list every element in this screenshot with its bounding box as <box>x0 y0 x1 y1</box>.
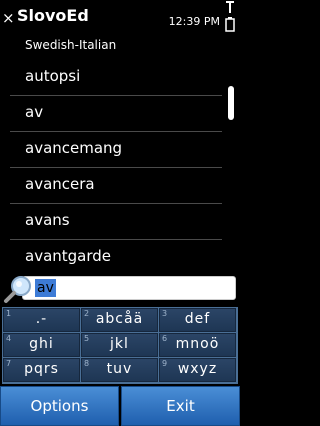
signal-icon <box>226 1 234 13</box>
word-label: avans <box>25 211 70 229</box>
close-icon[interactable]: × <box>2 8 16 28</box>
title-bar: × SlovoEd 12:39 PM <box>0 0 240 36</box>
exit-button[interactable]: Exit <box>121 386 240 426</box>
key-letters: pqrs <box>24 361 59 377</box>
key-9[interactable]: 9 wxyz <box>159 358 236 382</box>
key-letters: .- <box>35 311 48 327</box>
key-letters: ghi <box>29 336 54 352</box>
search-icon <box>4 276 31 303</box>
key-2[interactable]: 2 abcåä <box>81 308 158 332</box>
key-5[interactable]: 5 jkl <box>81 333 158 357</box>
key-letters: mnoö <box>175 336 220 352</box>
word-list: autopsi av avancemang avancera avans ava… <box>0 60 228 272</box>
key-4[interactable]: 4 ghi <box>3 333 80 357</box>
battery-icon <box>225 17 235 32</box>
softkey-bar: Options Exit <box>0 386 240 426</box>
word-label: avancemang <box>25 139 123 157</box>
key-letters: tuv <box>106 361 133 377</box>
word-label: avantgarde <box>25 247 112 265</box>
key-3[interactable]: 3 def <box>159 308 236 332</box>
key-letters: jkl <box>110 336 129 352</box>
scrollbar-thumb[interactable] <box>228 86 234 120</box>
key-8[interactable]: 8 tuv <box>81 358 158 382</box>
list-item[interactable]: avancemang <box>10 132 222 168</box>
key-6[interactable]: 6 mnoö <box>159 333 236 357</box>
dictionary-direction[interactable]: Swedish-Italian <box>25 38 116 52</box>
word-label: av <box>25 103 44 121</box>
key-letters: wxyz <box>177 361 218 377</box>
key-1[interactable]: 1 .- <box>3 308 80 332</box>
list-item[interactable]: av <box>10 96 222 132</box>
keypad: 1 .- 2 abcåä 3 def 4 ghi 5 jkl 6 mnoö 7 pqrs 8t… <box>2 307 238 384</box>
app-title: SlovoEd <box>17 6 89 25</box>
search-row: av <box>0 272 240 306</box>
list-item[interactable]: avantgarde <box>10 240 222 272</box>
options-button[interactable]: Options <box>0 386 119 426</box>
list-item[interactable]: avans <box>10 204 222 240</box>
word-label: autopsi <box>25 67 81 85</box>
clock: 12:39 PM <box>168 15 220 28</box>
search-value: av <box>35 279 56 297</box>
key-letters: def <box>184 311 211 327</box>
key-7[interactable]: 7 pqrs <box>3 358 80 382</box>
search-input[interactable]: av <box>22 276 236 300</box>
key-letters: abcåä <box>95 311 144 327</box>
word-label: avancera <box>25 175 95 193</box>
list-item[interactable]: avancera <box>10 168 222 204</box>
list-item[interactable]: autopsi <box>10 60 222 96</box>
